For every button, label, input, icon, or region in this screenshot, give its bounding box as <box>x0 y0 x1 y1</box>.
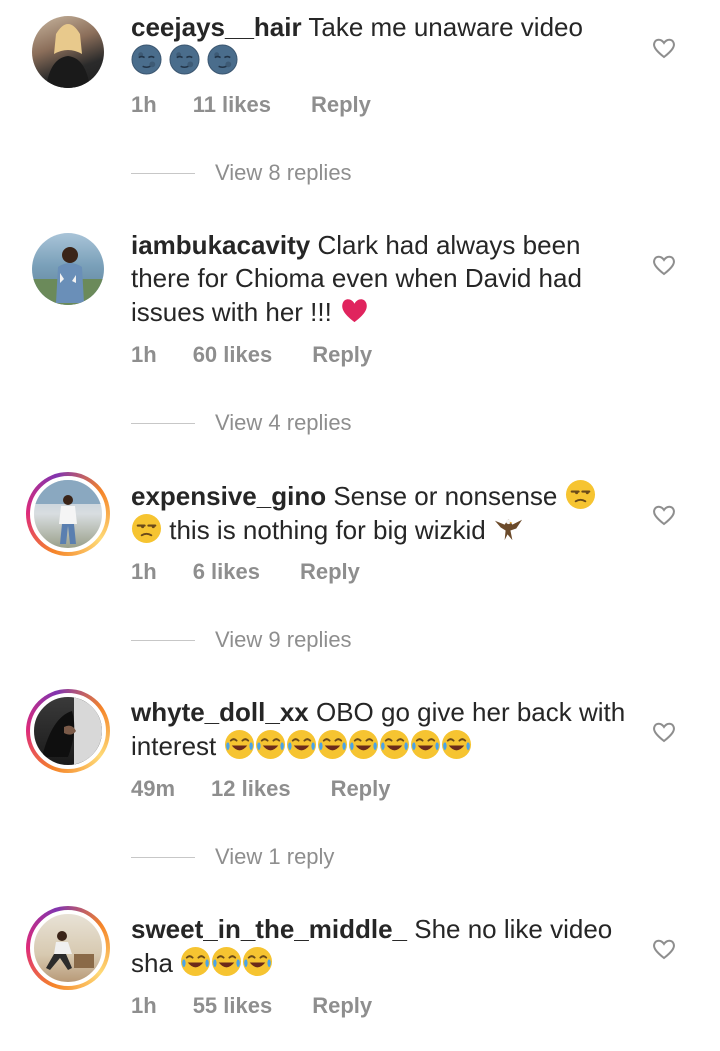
username[interactable]: iambukacavity <box>131 230 310 260</box>
unamused-face-icon <box>565 479 596 510</box>
timestamp: 1h <box>131 559 157 584</box>
face-with-tears-of-joy-icon <box>211 946 242 977</box>
reply-button[interactable]: Reply <box>312 342 372 368</box>
new-moon-face-icon <box>207 44 238 75</box>
avatar-photo <box>46 931 94 970</box>
reply-button[interactable]: Reply <box>312 993 372 1019</box>
username[interactable]: expensive_gino <box>131 481 326 511</box>
avatar-photo <box>34 480 102 544</box>
view-replies-button[interactable]: View 1 reply <box>131 844 334 870</box>
comment-meta: 49m 12 likes Reply <box>131 776 390 802</box>
comment-body: expensive_gino Sense or nonsense this is… <box>131 479 631 547</box>
likes-count[interactable]: 12 likes <box>211 776 291 802</box>
face-with-tears-of-joy-icon <box>441 729 472 760</box>
divider-line <box>131 856 195 858</box>
comment-body: ceejays__hair Take me unaware video <box>131 11 631 78</box>
avatar-story-ring[interactable] <box>26 689 110 773</box>
avatar-photo <box>46 24 90 88</box>
divider-line <box>131 422 195 424</box>
comment-meta: 1h 11 likes Reply <box>131 92 371 118</box>
view-replies-button[interactable]: View 4 replies <box>131 410 352 436</box>
face-with-tears-of-joy-icon <box>224 729 255 760</box>
comment-body: iambukacavity Clark had always been ther… <box>131 229 631 329</box>
divider-line <box>131 639 195 641</box>
face-with-tears-of-joy-icon <box>379 729 410 760</box>
face-with-tears-of-joy-icon <box>410 729 441 760</box>
comment-meta: 1h 6 likes Reply <box>131 559 360 585</box>
unamused-face-icon <box>131 513 162 544</box>
view-replies-button[interactable]: View 9 replies <box>131 627 352 653</box>
like-heart-icon[interactable] <box>652 37 676 59</box>
new-moon-face-icon <box>131 44 162 75</box>
new-moon-face-icon <box>169 44 200 75</box>
username[interactable]: ceejays__hair <box>131 12 302 42</box>
view-replies-label: View 1 reply <box>215 844 335 869</box>
like-heart-icon[interactable] <box>652 254 676 276</box>
avatar-photo <box>32 247 104 305</box>
face-with-tears-of-joy-icon <box>286 729 317 760</box>
likes-count[interactable]: 55 likes <box>193 993 273 1019</box>
avatar[interactable] <box>32 16 104 88</box>
face-with-tears-of-joy-icon <box>242 946 273 977</box>
divider-line <box>131 172 195 174</box>
view-replies-label: View 9 replies <box>215 627 352 652</box>
reply-button[interactable]: Reply <box>300 559 360 585</box>
likes-count[interactable]: 11 likes <box>193 92 271 118</box>
view-replies-label: View 4 replies <box>215 410 352 435</box>
view-replies-button[interactable]: View 8 replies <box>131 160 352 186</box>
reply-button[interactable]: Reply <box>331 776 391 802</box>
comment-body: sweet_in_the_middle_ She no like video s… <box>131 913 631 980</box>
face-with-tears-of-joy-icon <box>180 946 211 977</box>
likes-count[interactable]: 6 likes <box>193 559 260 585</box>
face-with-tears-of-joy-icon <box>255 729 286 760</box>
like-heart-icon[interactable] <box>652 721 676 743</box>
username[interactable]: sweet_in_the_middle_ <box>131 914 407 944</box>
eagle-icon <box>493 513 524 544</box>
timestamp: 1h <box>131 342 157 367</box>
avatar-story-ring[interactable] <box>26 472 110 556</box>
comment-text: Sense or nonsense <box>333 481 558 511</box>
view-replies-label: View 8 replies <box>215 160 352 185</box>
comment-meta: 1h 55 likes Reply <box>131 993 372 1019</box>
red-heart-icon <box>339 295 370 326</box>
likes-count[interactable]: 60 likes <box>193 342 273 368</box>
timestamp: 49m <box>131 776 176 801</box>
like-heart-icon[interactable] <box>652 504 676 526</box>
timestamp: 1h <box>131 92 157 117</box>
face-with-tears-of-joy-icon <box>348 729 379 760</box>
comment-text: Take me unaware video <box>308 12 583 42</box>
comment-body: whyte_doll_xx OBO go give her back with … <box>131 696 631 763</box>
timestamp: 1h <box>131 993 157 1018</box>
reply-button[interactable]: Reply <box>311 92 371 118</box>
face-with-tears-of-joy-icon <box>317 729 348 760</box>
avatar[interactable] <box>32 233 104 305</box>
username[interactable]: whyte_doll_xx <box>131 697 309 727</box>
comment-meta: 1h 60 likes Reply <box>131 342 372 368</box>
comment-text-continued: this is nothing for big wizkid <box>169 515 486 545</box>
avatar-story-ring[interactable] <box>26 906 110 990</box>
like-heart-icon[interactable] <box>652 938 676 960</box>
avatar-photo <box>42 697 102 765</box>
